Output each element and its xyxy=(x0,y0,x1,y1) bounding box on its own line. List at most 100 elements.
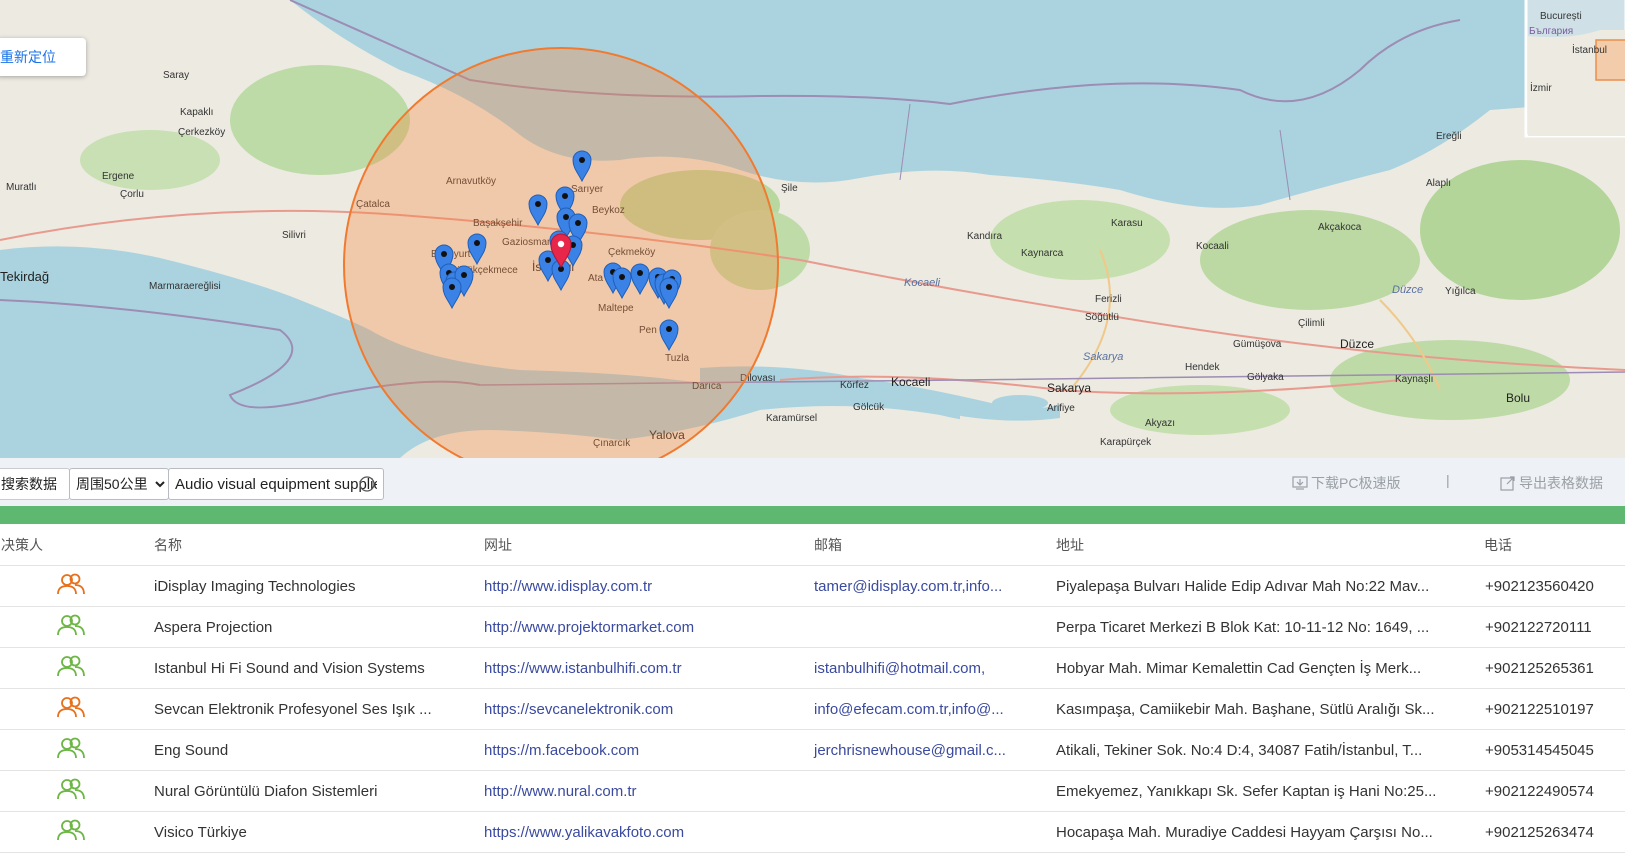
table-row[interactable]: Nural Görüntülü Diafon Sistemleri http:/… xyxy=(0,770,1625,812)
map-label-cerkezkoy: Çerkezköy xyxy=(178,127,225,138)
map-label-ferizli: Ferizli xyxy=(1095,294,1122,305)
map-label-marmaraereglisi: Marmaraereğlisi xyxy=(149,281,221,292)
clear-icon[interactable] xyxy=(357,474,377,494)
name-cell: Nural Görüntülü Diafon Sistemleri xyxy=(142,770,472,812)
decision-maker-cell[interactable] xyxy=(0,811,142,853)
phone-cell: +902123560420 xyxy=(1484,565,1625,607)
download-icon xyxy=(1292,476,1308,490)
phone-cell: +902122510197 xyxy=(1484,688,1625,730)
table-row[interactable]: Visico Türkiye https://www.yalikavakfoto… xyxy=(0,811,1625,853)
table-row[interactable]: Aspera Projection http://www.projektorma… xyxy=(0,606,1625,648)
decision-maker-icon[interactable] xyxy=(56,654,86,678)
header-address[interactable]: 地址 xyxy=(1044,524,1484,566)
header-website[interactable]: 网址 xyxy=(472,524,802,566)
export-icon xyxy=(1500,476,1515,491)
map-label-akcakoca: Akçakoca xyxy=(1318,222,1362,233)
email-cell[interactable] xyxy=(802,811,1044,853)
decision-maker-icon[interactable] xyxy=(56,777,86,801)
name-cell: Istanbul Hi Fi Sound and Vision Systems xyxy=(142,647,472,689)
map-label-kocaeli: Kocaeli xyxy=(891,375,930,389)
map-label-izmir: İzmir xyxy=(1530,81,1552,94)
map-label-hendek: Hendek xyxy=(1185,362,1220,373)
download-pc-link[interactable]: 下载PC极速版 xyxy=(1292,473,1400,493)
map-label-karapurcek: Karapürçek xyxy=(1100,437,1152,448)
address-cell: Atikali, Tekiner Sok. No:4 D:4, 34087 Fa… xyxy=(1044,729,1484,771)
address-cell: Piyalepaşa Bulvarı Halide Edip Adıvar Ma… xyxy=(1044,565,1484,607)
header-phone[interactable]: 电话 xyxy=(1484,524,1625,566)
map-label-kandira: Kandıra xyxy=(967,231,1002,242)
name-cell: Eng Sound xyxy=(142,729,472,771)
map-label-sakarya-region: Sakarya xyxy=(1083,351,1123,363)
search-data-button[interactable]: 搜索数据 xyxy=(0,468,70,500)
website-link[interactable]: http://www.projektormarket.com xyxy=(472,606,802,648)
map-label-cilimli: Çilimli xyxy=(1298,318,1325,329)
relocate-button[interactable]: 重新定位 xyxy=(0,38,86,76)
map-label-istanbul-mini: İstanbul xyxy=(1572,43,1607,56)
export-table-link[interactable]: 导出表格数据 xyxy=(1500,473,1603,493)
map-label-karasu: Karasu xyxy=(1111,218,1143,229)
map-label-saray: Saray xyxy=(163,70,189,81)
phone-cell: +902122490574 xyxy=(1484,770,1625,812)
map-label-eregli: Ereğli xyxy=(1436,131,1462,142)
keyword-input[interactable] xyxy=(168,468,384,500)
map-label-karamursel: Karamürsel xyxy=(766,413,817,424)
map-label-corlu: Çorlu xyxy=(120,189,144,200)
download-pc-label: 下载PC极速版 xyxy=(1311,475,1401,491)
toolbar-separator: | xyxy=(1446,472,1450,488)
decision-maker-cell[interactable] xyxy=(0,565,142,607)
decision-maker-icon[interactable] xyxy=(56,613,86,637)
email-cell[interactable]: istanbulhifi@hotmail.com, xyxy=(802,647,1044,689)
map-label-silivri: Silivri xyxy=(282,230,306,241)
map-label-arifiye: Arifiye xyxy=(1047,403,1075,414)
map-label-kocaali: Kocaali xyxy=(1196,241,1229,252)
map-label-sile: Şile xyxy=(781,183,798,194)
table-row[interactable]: iDisplay Imaging Technologies http://www… xyxy=(0,565,1625,607)
website-link[interactable]: https://www.yalikavakfoto.com xyxy=(472,811,802,853)
decision-maker-cell[interactable] xyxy=(0,606,142,648)
decision-maker-cell[interactable] xyxy=(0,647,142,689)
address-cell: Kasımpaşa, Camiikebir Mah. Başhane, Sütl… xyxy=(1044,688,1484,730)
map-label-muratli: Muratlı xyxy=(6,182,37,193)
website-link[interactable]: https://www.istanbulhifi.com.tr xyxy=(472,647,802,689)
email-cell[interactable]: jerchrisnewhouse@gmail.c... xyxy=(802,729,1044,771)
table-row[interactable]: Istanbul Hi Fi Sound and Vision Systems … xyxy=(0,647,1625,689)
decision-maker-icon[interactable] xyxy=(56,818,86,842)
header-name[interactable]: 名称 xyxy=(142,524,472,566)
website-link[interactable]: http://www.idisplay.com.tr xyxy=(472,565,802,607)
decision-maker-cell[interactable] xyxy=(0,688,142,730)
map-label-sogutlu: Söğütlü xyxy=(1085,312,1119,323)
table-row[interactable]: Sevcan Elektronik Profesyonel Ses Işık .… xyxy=(0,688,1625,730)
map-label-tekirdag: Tekirdağ xyxy=(0,269,49,284)
name-cell: Aspera Projection xyxy=(142,606,472,648)
decision-maker-cell[interactable] xyxy=(0,770,142,812)
decision-maker-icon[interactable] xyxy=(56,572,86,596)
decision-maker-icon[interactable] xyxy=(56,695,86,719)
decision-maker-cell[interactable] xyxy=(0,729,142,771)
map-label-kapakli: Kapaklı xyxy=(180,107,213,118)
email-cell[interactable] xyxy=(802,606,1044,648)
map-label-bulgaria: България xyxy=(1529,26,1573,37)
name-cell: Sevcan Elektronik Profesyonel Ses Işık .… xyxy=(142,688,472,730)
map-label-bucuresti: București xyxy=(1540,11,1582,22)
email-cell[interactable] xyxy=(802,770,1044,812)
website-link[interactable]: http://www.nural.com.tr xyxy=(472,770,802,812)
map-label-golcuk: Gölcük xyxy=(853,402,885,413)
table-row[interactable]: Eng Sound https://m.facebook.com jerchri… xyxy=(0,729,1625,771)
website-link[interactable]: https://m.facebook.com xyxy=(472,729,802,771)
map-label-korfez: Körfez xyxy=(840,380,869,391)
address-cell: Perpa Ticaret Merkezi B Blok Kat: 10-11-… xyxy=(1044,606,1484,648)
map-view[interactable]: București България İstanbul İzmir Saray Kapak… xyxy=(0,0,1625,458)
website-link[interactable]: https://sevcanelektronik.com xyxy=(472,688,802,730)
email-cell[interactable]: info@efecam.com.tr,info@... xyxy=(802,688,1044,730)
radius-select[interactable]: 周围50公里 xyxy=(69,468,169,500)
header-email[interactable]: 邮箱 xyxy=(802,524,1044,566)
table-header-row: 决策人 名称 网址 邮箱 地址 电话 xyxy=(0,524,1625,566)
header-decision-maker[interactable]: 决策人 xyxy=(0,524,142,566)
export-table-label: 导出表格数据 xyxy=(1519,475,1603,491)
decision-maker-icon[interactable] xyxy=(56,736,86,760)
email-cell[interactable]: tamer@idisplay.com.tr,info... xyxy=(802,565,1044,607)
map-label-kaynarca: Kaynarca xyxy=(1021,248,1064,259)
address-cell: Hobyar Mah. Mimar Kemalettin Cad Gençten… xyxy=(1044,647,1484,689)
phone-cell: +902125263474 xyxy=(1484,811,1625,853)
map-label-yigilca: Yığılca xyxy=(1445,286,1476,297)
